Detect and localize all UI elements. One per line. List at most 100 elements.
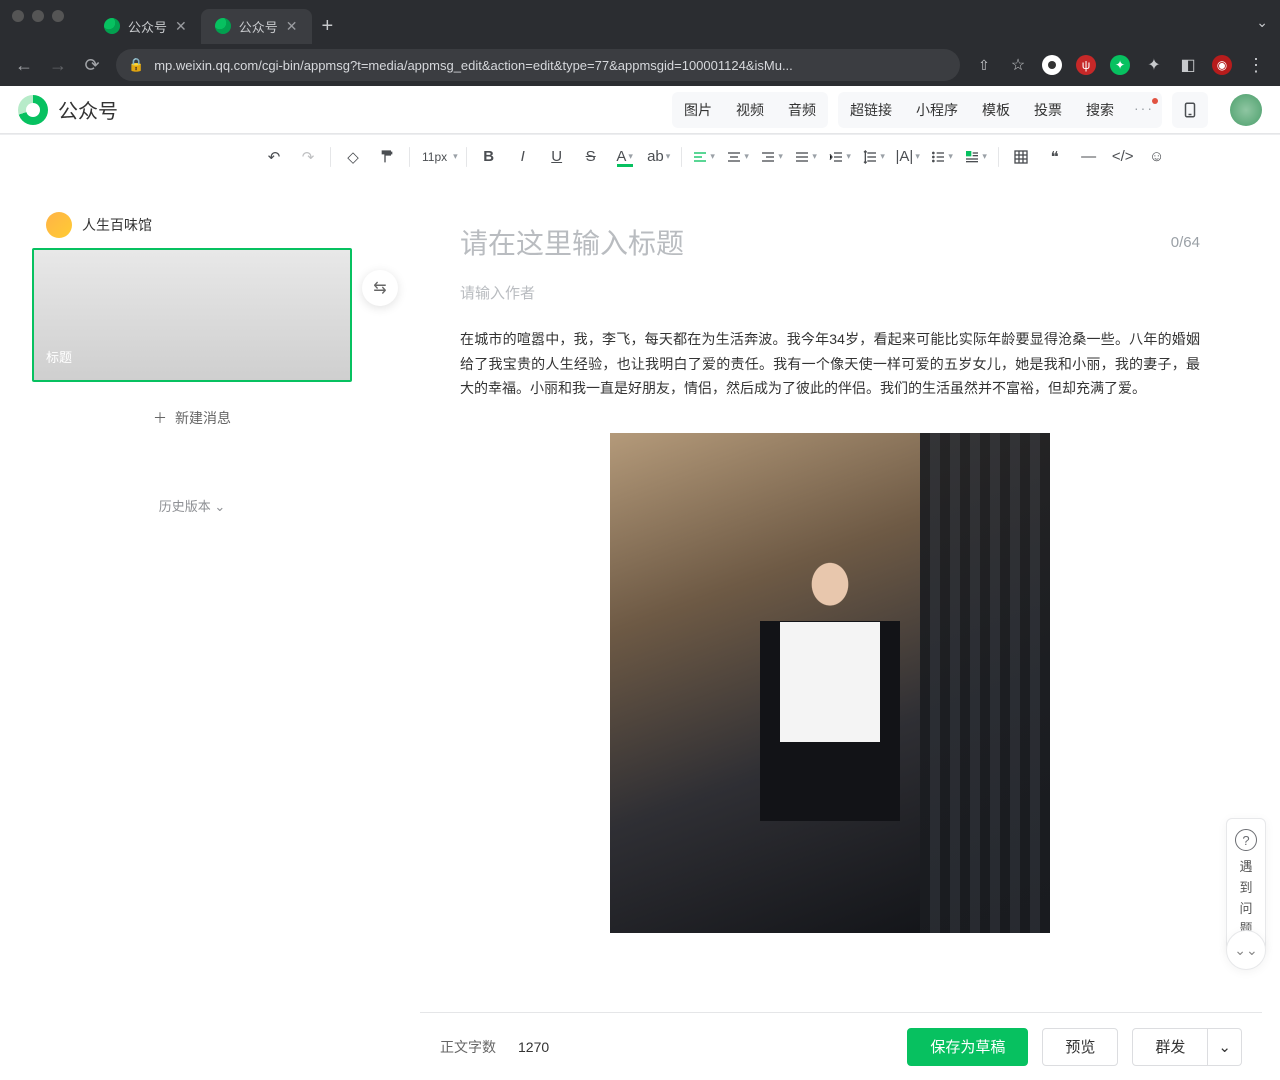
profile-avatar-icon[interactable]: ◉ <box>1212 55 1232 75</box>
insert-template-button[interactable]: 模板 <box>970 92 1022 128</box>
indent-button[interactable] <box>826 143 854 171</box>
window-close-dot[interactable] <box>12 10 24 22</box>
insert-group: 超链接 小程序 模板 投票 搜索 ··· <box>838 92 1162 128</box>
insert-image-button[interactable]: 图片 <box>672 92 724 128</box>
separator <box>409 147 410 167</box>
align-right-button[interactable] <box>758 143 786 171</box>
extension-record-icon[interactable] <box>1042 55 1062 75</box>
highlight-button[interactable]: ab <box>645 143 673 171</box>
bold-button[interactable]: B <box>475 143 503 171</box>
format-painter-button[interactable] <box>373 143 401 171</box>
underline-button[interactable]: U <box>543 143 571 171</box>
insert-audio-button[interactable]: 音频 <box>776 92 828 128</box>
line-height-button[interactable] <box>860 143 888 171</box>
collapse-button[interactable]: ⌄⌄ <box>1226 930 1266 970</box>
forward-icon[interactable]: → <box>48 55 68 76</box>
user-avatar[interactable] <box>1230 94 1262 126</box>
clear-format-button[interactable]: ◇ <box>339 143 367 171</box>
save-draft-button[interactable]: 保存为草稿 <box>907 1028 1028 1066</box>
help-text: 遇到问题 <box>1239 857 1252 940</box>
tab-close-icon[interactable]: ✕ <box>286 18 298 35</box>
account-row[interactable]: 人生百味馆 <box>32 202 352 248</box>
publish-dropdown-button[interactable]: ⌄ <box>1208 1028 1242 1066</box>
list-button[interactable] <box>928 143 956 171</box>
notification-dot-icon <box>1152 98 1158 104</box>
lock-icon: 🔒 <box>128 57 144 73</box>
insert-search-button[interactable]: 搜索 <box>1074 92 1126 128</box>
align-left-button[interactable] <box>690 143 718 171</box>
hr-button[interactable]: — <box>1075 143 1103 171</box>
insert-miniprogram-button[interactable]: 小程序 <box>904 92 970 128</box>
article-thumbnail[interactable]: 标题 <box>32 248 352 382</box>
plus-icon: ＋ <box>153 408 167 428</box>
url-text: mp.weixin.qq.com/cgi-bin/appmsg?t=media/… <box>154 58 793 73</box>
float-button[interactable] <box>962 143 990 171</box>
reload-icon[interactable]: ⟳ <box>82 55 102 76</box>
extension-pi-icon[interactable]: ψ <box>1076 55 1096 75</box>
window-menu-icon[interactable]: ⌄ <box>1256 14 1268 31</box>
preview-button[interactable]: 预览 <box>1042 1028 1118 1066</box>
window-max-dot[interactable] <box>52 10 64 22</box>
emoji-button[interactable]: ☺ <box>1143 143 1171 171</box>
align-center-button[interactable] <box>724 143 752 171</box>
publish-button[interactable]: 群发 <box>1132 1028 1208 1066</box>
new-message-button[interactable]: ＋ 新建消息 <box>32 382 352 454</box>
logo-mark-icon <box>18 95 48 125</box>
share-icon[interactable]: ⇧ <box>974 55 994 75</box>
italic-button[interactable]: I <box>509 143 537 171</box>
tab-favicon-icon <box>104 18 120 34</box>
title-input[interactable]: 请在这里输入标题 <box>460 222 1171 262</box>
new-message-label: 新建消息 <box>175 408 231 428</box>
tab-close-icon[interactable]: ✕ <box>175 18 187 35</box>
word-count-value: 1270 <box>518 1039 549 1055</box>
thumbnail-label: 标题 <box>46 347 72 366</box>
browser-tab[interactable]: 公众号 ✕ <box>201 9 312 44</box>
window-min-dot[interactable] <box>32 10 44 22</box>
body-text[interactable]: 在城市的喧嚣中，我，李飞，每天都在为生活奔波。我今年34岁，看起来可能比实际年龄… <box>460 327 1200 401</box>
separator <box>330 147 331 167</box>
format-toolbar: ↶ ↷ ◇ 11px B I U S A ab |A| ❝ — </> ☺ <box>0 134 1280 178</box>
sidepanel-icon[interactable]: ◧ <box>1178 55 1198 75</box>
table-button[interactable] <box>1007 143 1035 171</box>
insert-vote-button[interactable]: 投票 <box>1022 92 1074 128</box>
app-logo[interactable]: 公众号 <box>18 95 118 125</box>
extensions-icon[interactable]: ✦ <box>1144 55 1164 75</box>
history-versions-button[interactable]: 历史版本 ⌄ <box>32 454 352 515</box>
new-tab-button[interactable]: + <box>312 15 344 38</box>
text-color-button[interactable]: A <box>611 143 639 171</box>
editor: 请在这里输入标题 0/64 请输入作者 在城市的喧嚣中，我，李飞，每天都在为生活… <box>352 202 1280 1080</box>
undo-button[interactable]: ↶ <box>260 143 288 171</box>
align-justify-button[interactable] <box>792 143 820 171</box>
app-header: 公众号 图片 视频 音频 超链接 小程序 模板 投票 搜索 ··· <box>0 86 1280 134</box>
separator <box>998 147 999 167</box>
phone-preview-button[interactable] <box>1172 92 1208 128</box>
browser-menu-icon[interactable]: ⋮ <box>1246 55 1266 75</box>
extension-grammarly-icon[interactable]: ✦ <box>1110 55 1130 75</box>
browser-tab[interactable]: 公众号 ✕ <box>90 9 201 44</box>
account-name: 人生百味馆 <box>82 215 152 235</box>
insert-video-button[interactable]: 视频 <box>724 92 776 128</box>
strikethrough-button[interactable]: S <box>577 143 605 171</box>
word-count-label: 正文字数 <box>440 1037 496 1057</box>
redo-button[interactable]: ↷ <box>294 143 322 171</box>
footer-bar: 正文字数 1270 保存为草稿 预览 群发 ⌄ <box>420 1012 1262 1080</box>
font-size-select[interactable]: 11px <box>418 143 458 171</box>
title-counter: 0/64 <box>1171 234 1200 251</box>
quote-button[interactable]: ❝ <box>1041 143 1069 171</box>
bookmark-icon[interactable]: ☆ <box>1008 55 1028 75</box>
insert-more-button[interactable]: ··· <box>1126 92 1162 128</box>
media-group: 图片 视频 音频 <box>672 92 828 128</box>
separator <box>466 147 467 167</box>
chevron-down-icon: ⌄ <box>214 499 225 514</box>
back-icon[interactable]: ← <box>14 55 34 76</box>
body-image[interactable] <box>610 433 1050 933</box>
insert-link-button[interactable]: 超链接 <box>838 92 904 128</box>
sidebar: 人生百味馆 标题 ＋ 新建消息 历史版本 ⌄ <box>32 202 352 1080</box>
address-bar[interactable]: 🔒 mp.weixin.qq.com/cgi-bin/appmsg?t=medi… <box>116 49 960 81</box>
code-button[interactable]: </> <box>1109 143 1137 171</box>
help-icon: ? <box>1235 829 1257 851</box>
letter-spacing-button[interactable]: |A| <box>894 143 922 171</box>
account-avatar-icon <box>46 212 72 238</box>
author-input[interactable]: 请输入作者 <box>460 282 1200 303</box>
logo-text: 公众号 <box>58 95 118 124</box>
